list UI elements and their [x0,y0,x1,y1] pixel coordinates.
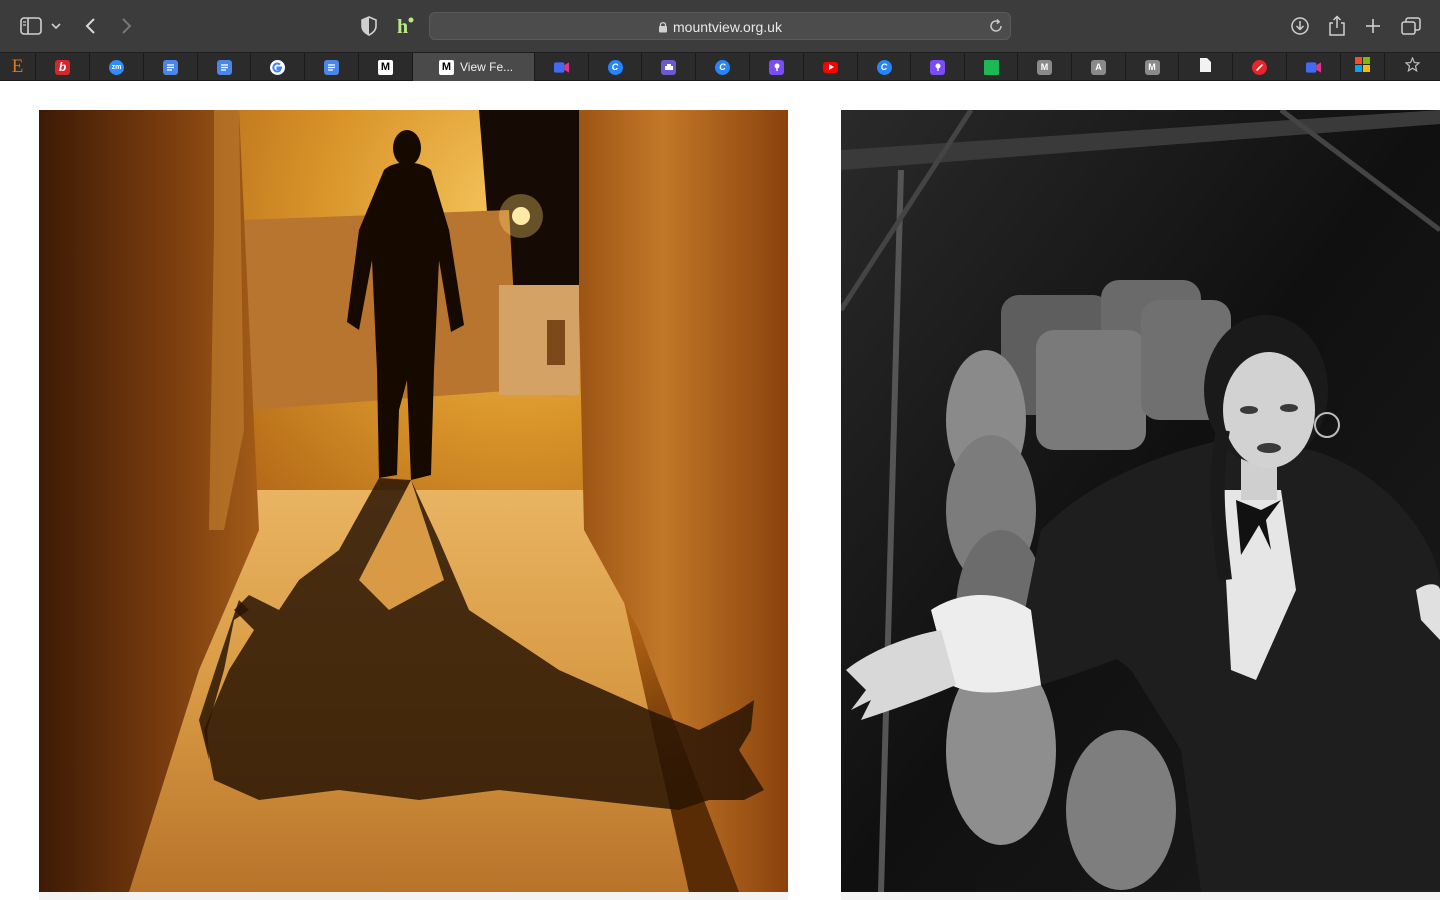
e-icon: E [11,56,24,77]
no-icon [1252,59,1267,75]
favorite-item[interactable] [1233,53,1287,81]
url-label: mountview.org.uk [673,19,782,35]
google-icon [270,59,285,75]
favorite-item[interactable]: C [696,53,750,81]
new-tab-icon[interactable] [1360,13,1386,39]
square-icon [983,59,999,75]
favorite-item[interactable] [251,53,305,81]
favorite-item[interactable]: E [0,53,36,81]
video-icon [554,60,569,75]
file-icon [1200,57,1211,77]
production-card[interactable] [39,110,788,900]
m-icon: M [439,59,454,75]
sidebar-icon[interactable] [18,13,44,39]
favorite-item[interactable] [642,53,696,81]
favorite-item[interactable] [305,53,359,81]
favorite-label: View Fe... [460,60,514,74]
m-gray-icon: M [1037,59,1052,75]
favorite-item[interactable]: b [36,53,90,81]
docs-icon [216,59,232,75]
c-icon: C [607,59,623,75]
star-icon [1404,56,1421,77]
favorite-item[interactable] [804,53,858,81]
favorite-item[interactable] [1287,53,1341,81]
docs-icon [324,59,339,75]
m-gray-icon: M [1144,59,1160,75]
portrait-photo[interactable] [841,110,1440,892]
favorite-item[interactable]: M [1126,53,1179,81]
favorite-item[interactable] [911,53,965,81]
favorite-item-active[interactable]: M View Fe... [413,53,535,81]
reload-icon[interactable] [988,18,1004,34]
share-icon[interactable] [1324,13,1350,39]
favorite-item[interactable]: C [589,53,642,81]
chevron-down-icon[interactable] [47,13,65,39]
favorite-item[interactable]: C [858,53,911,81]
extension-icon[interactable]: h [392,13,418,39]
favorite-item[interactable] [198,53,251,81]
favorite-item[interactable]: zm [90,53,144,81]
favorite-item[interactable] [144,53,198,81]
forward-icon[interactable] [113,13,139,39]
lock-icon [659,22,668,33]
shadow-cat-photo[interactable] [39,110,788,892]
print-icon [661,59,676,75]
bookmark-b-icon: b [55,59,70,75]
browser-toolbar: h mountview.org.uk [0,0,1440,52]
favorite-item[interactable] [1385,53,1440,81]
m-icon: M [378,59,393,75]
pen-icon [769,59,784,75]
svg-text:h: h [397,16,408,37]
tab-overview-icon[interactable] [1398,13,1424,39]
favorites-bar: E b zm M M View Fe... C C C M A M [0,52,1440,81]
url-text: mountview.org.uk [430,19,1010,35]
download-icon[interactable] [1287,13,1313,39]
video-icon [1306,60,1321,75]
favorite-item[interactable] [1179,53,1233,81]
favorite-item[interactable] [1341,53,1385,81]
favorite-item[interactable]: M [359,53,413,81]
pen-icon [930,59,945,75]
a-gray-icon: A [1091,59,1106,75]
zoom-icon: zm [109,59,124,75]
docs-icon [163,59,178,75]
address-bar[interactable]: mountview.org.uk [429,12,1011,40]
page-content [0,81,1440,900]
back-icon[interactable] [78,13,104,39]
favorite-item[interactable]: M [1018,53,1072,81]
favorite-item[interactable] [965,53,1018,81]
favorite-item[interactable] [750,53,804,81]
c-icon: C [715,59,730,75]
privacy-shield-icon[interactable] [356,13,382,39]
microsoft-icon [1355,57,1370,77]
favorite-item[interactable] [535,53,589,81]
production-card[interactable] [841,110,1440,900]
c-icon: C [876,59,892,75]
favorite-item[interactable]: A [1072,53,1126,81]
youtube-icon [823,61,838,73]
